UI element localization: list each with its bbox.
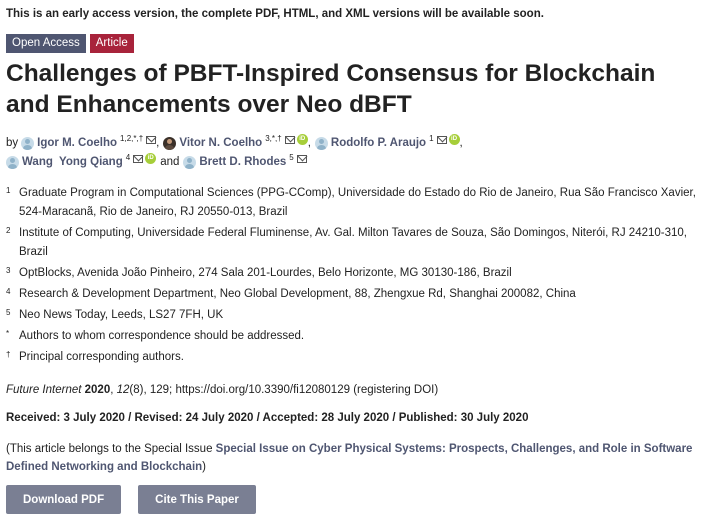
orcid-icon[interactable]: iD bbox=[296, 134, 308, 145]
orcid-icon[interactable]: iD bbox=[145, 153, 157, 164]
author-avatar-icon bbox=[163, 137, 177, 150]
author-affiliation-sup: 1 bbox=[429, 134, 434, 143]
citation-details: (8), 129; https://doi.org/10.3390/fi1208… bbox=[129, 384, 439, 396]
author-affiliation-sup: 5 bbox=[289, 153, 294, 162]
affiliation-item: 2 Institute of Computing, Universidade F… bbox=[6, 224, 702, 262]
article-badges: Open Access Article bbox=[6, 34, 134, 53]
envelope-icon[interactable] bbox=[146, 135, 157, 144]
author-avatar-icon bbox=[21, 137, 35, 150]
special-issue-prefix: (This article belongs to the Special Iss… bbox=[6, 443, 216, 455]
author-affiliation-sup: 3,*,† bbox=[265, 134, 282, 143]
correspondence-note: * Authors to whom correspondence should … bbox=[6, 327, 702, 346]
envelope-icon[interactable] bbox=[296, 154, 307, 163]
principal-authors-note: † Principal corresponding authors. bbox=[6, 348, 702, 367]
affiliation-text: Neo News Today, Leeds, LS27 7FH, UK bbox=[19, 309, 224, 321]
author-list: by Igor M. Coelho 1,2,*,† , Vitor N. Coe… bbox=[6, 134, 702, 172]
early-access-notice: This is an early access version, the com… bbox=[6, 8, 544, 20]
author-name[interactable]: Wang Yong Qiang bbox=[22, 153, 123, 172]
affiliation-text: Institute of Computing, Universidade Fed… bbox=[19, 227, 687, 258]
author-separator: , bbox=[307, 137, 311, 149]
envelope-icon[interactable] bbox=[284, 135, 295, 144]
special-issue-note: (This article belongs to the Special Iss… bbox=[6, 440, 696, 476]
affiliation-text: Graduate Program in Computational Scienc… bbox=[19, 187, 696, 218]
author-name[interactable]: Brett D. Rhodes bbox=[199, 153, 286, 172]
affiliation-text: Principal corresponding authors. bbox=[19, 351, 184, 363]
affiliation-number: 2 bbox=[6, 226, 11, 235]
envelope-icon[interactable] bbox=[436, 135, 447, 144]
author-name[interactable]: Igor M. Coelho bbox=[37, 134, 117, 153]
special-issue-suffix: ) bbox=[202, 461, 207, 473]
affiliation-number: * bbox=[6, 329, 10, 338]
publication-dates: Received: 3 July 2020 / Revised: 24 July… bbox=[6, 412, 529, 424]
author-avatar-icon bbox=[183, 156, 197, 169]
journal-name: Future Internet bbox=[6, 384, 82, 396]
and-label: and bbox=[160, 156, 180, 168]
affiliation-item: 1 Graduate Program in Computational Scie… bbox=[6, 184, 702, 222]
author-separator: , bbox=[459, 137, 463, 149]
author-name[interactable]: Rodolfo P. Araujo bbox=[331, 134, 426, 153]
author-line-1: by Igor M. Coelho 1,2,*,† , Vitor N. Coe… bbox=[6, 134, 702, 153]
author-avatar-icon bbox=[314, 137, 328, 150]
action-buttons: Download PDF Cite This Paper bbox=[6, 485, 256, 514]
author-name[interactable]: Vitor N. Coelho bbox=[179, 134, 262, 153]
citation-year: 2020 bbox=[84, 384, 111, 396]
affiliation-text: Research & Development Department, Neo G… bbox=[19, 288, 576, 300]
affiliation-number: 5 bbox=[6, 308, 11, 317]
author-affiliation-sup: 4 bbox=[125, 153, 131, 162]
author-line-2: Wang Yong Qiang 4 iD and Brett D. Rhodes… bbox=[6, 153, 702, 172]
by-label: by bbox=[6, 137, 19, 149]
affiliation-item: 5 Neo News Today, Leeds, LS27 7FH, UK bbox=[6, 306, 702, 325]
citation-volume: 12 bbox=[116, 384, 130, 396]
article-type-badge: Article bbox=[89, 34, 134, 53]
affiliation-text: OptBlocks, Avenida João Pinheiro, 274 Sa… bbox=[19, 267, 512, 279]
affiliation-list: 1 Graduate Program in Computational Scie… bbox=[6, 184, 702, 367]
orcid-icon[interactable]: iD bbox=[448, 134, 460, 145]
citation-line: Future Internet 2020, 12(8), 129; https:… bbox=[6, 384, 439, 396]
affiliation-text: Authors to whom correspondence should be… bbox=[19, 330, 305, 342]
affiliation-number: 4 bbox=[6, 287, 11, 296]
download-pdf-button[interactable]: Download PDF bbox=[6, 485, 122, 514]
author-affiliation-sup: 1,2,*,† bbox=[120, 134, 144, 143]
affiliation-item: 3 OptBlocks, Avenida João Pinheiro, 274 … bbox=[6, 264, 702, 283]
affiliation-number: † bbox=[6, 350, 11, 359]
article-title: Challenges of PBFT-Inspired Consensus fo… bbox=[6, 60, 656, 118]
affiliation-item: 4 Research & Development Department, Neo… bbox=[6, 285, 702, 304]
author-avatar-icon bbox=[6, 156, 19, 169]
open-access-badge[interactable]: Open Access bbox=[6, 34, 86, 53]
envelope-icon[interactable] bbox=[133, 154, 144, 163]
affiliation-number: 1 bbox=[6, 186, 11, 195]
affiliation-number: 3 bbox=[6, 266, 11, 275]
cite-paper-button[interactable]: Cite This Paper bbox=[138, 485, 256, 514]
